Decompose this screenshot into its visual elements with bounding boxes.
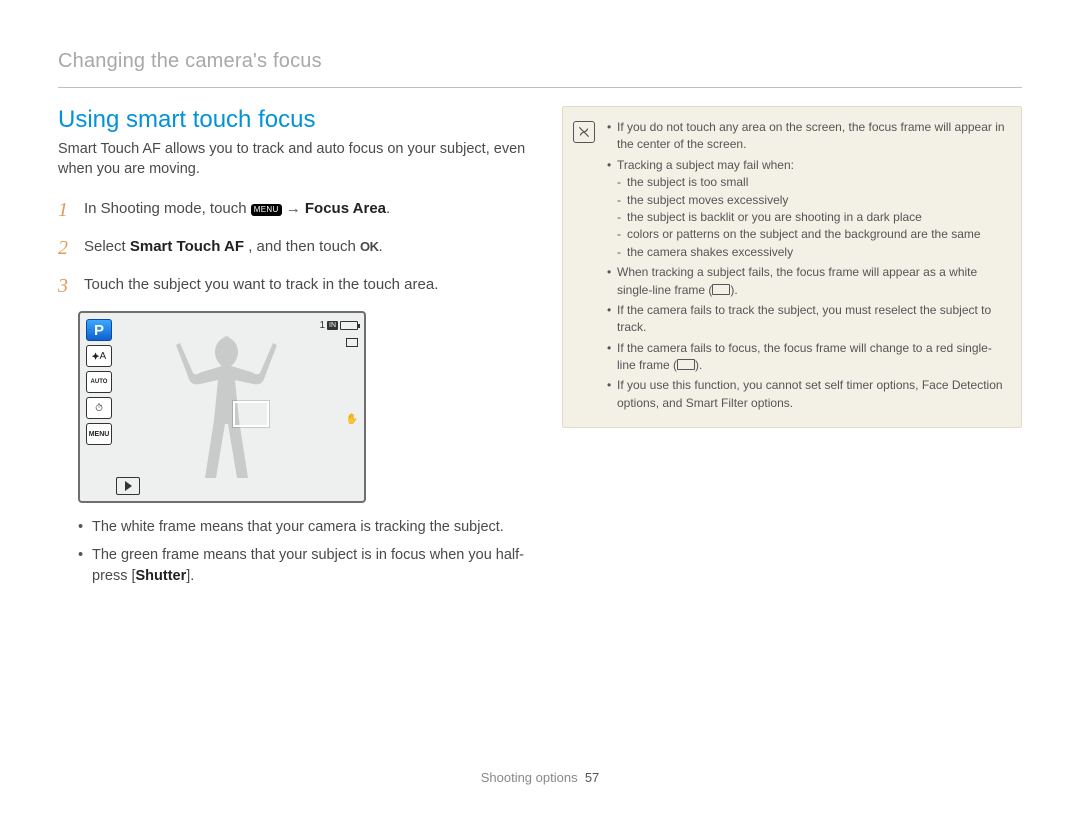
footer-page-number: 57 [585, 770, 599, 785]
playback-icon [116, 477, 140, 495]
step-text: Select [84, 238, 130, 255]
note-subitem: the subject is backlit or you are shooti… [617, 209, 1007, 226]
mode-p-icon: P [86, 319, 112, 341]
note-subitem: the subject moves excessively [617, 192, 1007, 209]
step-2: 2 Select Smart Touch AF , and then touch… [58, 235, 528, 259]
note-item: When tracking a subject fails, the focus… [607, 264, 1007, 299]
footer-section: Shooting options [481, 770, 578, 785]
focus-frame-white [233, 401, 269, 427]
lcd-right-icons: 1 IN ✋ [319, 319, 358, 425]
step-bold: Smart Touch AF [130, 238, 244, 255]
note-text: If the camera fails to focus, the focus … [617, 341, 992, 372]
legend-text-tail: ]. [186, 568, 194, 584]
step-number: 2 [58, 232, 68, 264]
step-text-tail: . [386, 200, 390, 217]
shots-remaining: 1 IN [319, 319, 358, 331]
step-text: In Shooting mode, touch [84, 200, 251, 217]
intro-text: Smart Touch AF allows you to track and a… [58, 140, 528, 179]
note-icon [573, 121, 595, 143]
columns: Using smart touch focus Smart Touch AF a… [58, 106, 1022, 594]
note-item: If the camera fails to focus, the focus … [607, 340, 1007, 375]
lcd-left-icons: P ⯌A AUTO ⏱ MENU [86, 319, 112, 445]
step-text-tail: . [378, 238, 382, 255]
note-subitem: the camera shakes excessively [617, 244, 1007, 261]
step-number: 1 [58, 194, 68, 226]
frame-inline-icon [677, 359, 695, 370]
note-subitem: the subject is too small [617, 174, 1007, 191]
manual-page: Changing the camera's focus Using smart … [0, 0, 1080, 815]
arrow-icon: → [286, 200, 305, 217]
battery-icon [340, 321, 358, 330]
menu-badge-icon: MENU [251, 204, 282, 216]
steps-list: 1 In Shooting mode, touch MENU → Focus A… [58, 197, 528, 297]
legend-item: The green frame means that your subject … [78, 545, 528, 586]
note-text-tail: ). [695, 358, 702, 372]
note-subitem: colors or patterns on the subject and th… [617, 226, 1007, 243]
legend-bold: Shutter [136, 568, 187, 584]
flash-auto-icon: ⯌A [86, 345, 112, 367]
step-number: 3 [58, 270, 68, 302]
frame-legend: The white frame means that your camera i… [78, 517, 528, 586]
ok-icon: OK [360, 239, 379, 254]
camera-lcd-illustration: P ⯌A AUTO ⏱ MENU 1 IN ✋ [78, 311, 366, 503]
column-left: Using smart touch focus Smart Touch AF a… [58, 106, 528, 594]
note-box: If you do not touch any area on the scre… [562, 106, 1022, 428]
frame-inline-icon [712, 284, 730, 295]
divider [58, 87, 1022, 88]
section-subhead: Changing the camera's focus [58, 50, 1022, 73]
step-3: 3 Touch the subject you want to track in… [58, 273, 528, 297]
note-item: If you use this function, you cannot set… [607, 377, 1007, 412]
stabilizer-icon: ✋ [346, 413, 358, 425]
legend-item: The white frame means that your camera i… [78, 517, 528, 537]
step-text: Touch the subject you want to track in t… [84, 276, 438, 293]
storage-icon: IN [327, 321, 338, 330]
menu-icon: MENU [86, 423, 112, 445]
note-item: Tracking a subject may fail when: the su… [607, 157, 1007, 261]
step-bold: Focus Area [305, 200, 386, 217]
note-text-tail: ). [730, 283, 737, 297]
note-item: If the camera fails to track the subject… [607, 302, 1007, 337]
column-right: If you do not touch any area on the scre… [562, 106, 1022, 594]
page-title: Using smart touch focus [58, 106, 528, 134]
shot-count: 1 [319, 320, 325, 331]
step-1: 1 In Shooting mode, touch MENU → Focus A… [58, 197, 528, 221]
note-item: If you do not touch any area on the scre… [607, 119, 1007, 154]
page-footer: Shooting options 57 [0, 770, 1080, 785]
note-text: When tracking a subject fails, the focus… [617, 265, 977, 296]
step-text-mid: , and then touch [248, 238, 360, 255]
iso-auto-icon: AUTO [86, 371, 112, 393]
note-text: Tracking a subject may fail when: [617, 158, 794, 172]
timer-icon: ⏱ [86, 397, 112, 419]
quality-icon [346, 336, 358, 348]
